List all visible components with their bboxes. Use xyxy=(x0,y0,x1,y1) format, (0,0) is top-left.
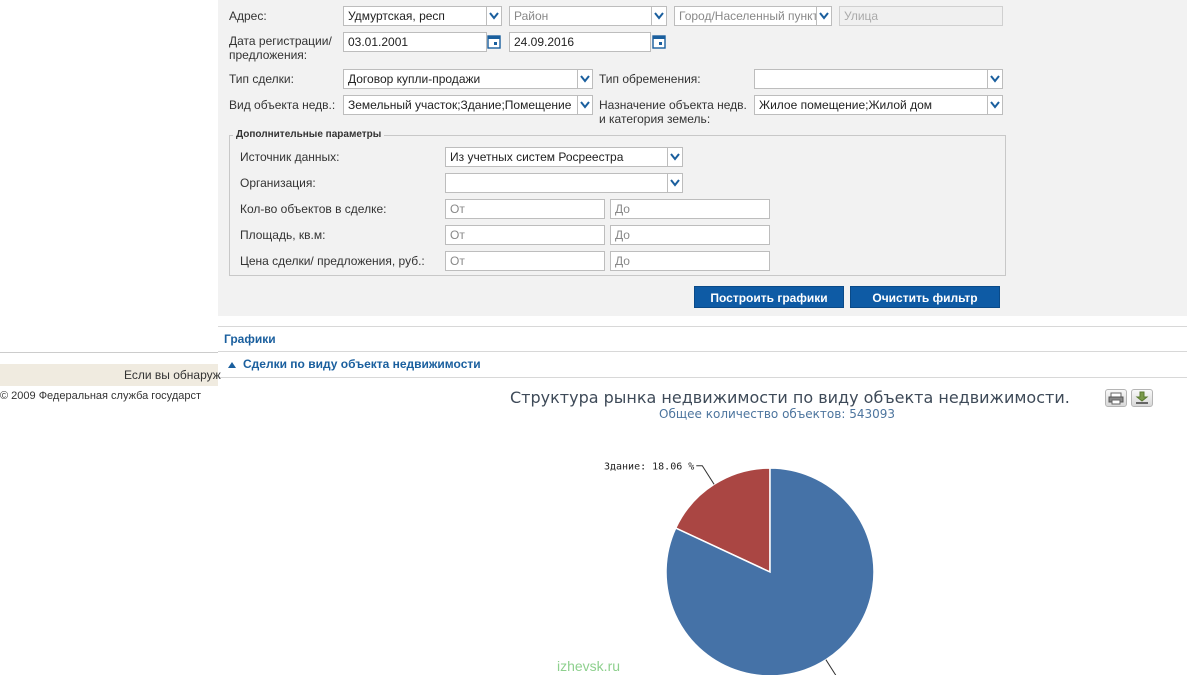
price-from-input[interactable]: От xyxy=(445,251,605,271)
chevron-down-icon xyxy=(580,101,590,109)
encumbrance-dropdown-button[interactable] xyxy=(987,69,1003,89)
count-from-input[interactable]: От xyxy=(445,199,605,219)
purpose-label: Назначение объекта недв. и категория зем… xyxy=(599,98,747,126)
chevron-down-icon xyxy=(819,12,829,20)
chart-title: Структура рынка недвижимости по виду объ… xyxy=(510,388,1070,407)
price-label: Цена сделки/ предложения, руб.: xyxy=(240,254,425,268)
left-notice-text: Если вы обнаруж xyxy=(124,368,221,382)
org-select[interactable] xyxy=(445,173,668,193)
area-label: Площадь, кв.м: xyxy=(240,228,326,242)
deal-type-dropdown-button[interactable] xyxy=(577,69,593,89)
download-icon xyxy=(1135,391,1149,404)
clear-filter-button[interactable]: Очистить фильтр xyxy=(850,286,1000,308)
district-dropdown-button[interactable] xyxy=(651,6,667,26)
count-label: Кол-во объектов в сделке: xyxy=(240,202,387,216)
calendar-icon xyxy=(652,35,666,49)
count-to-input[interactable]: До xyxy=(610,199,770,219)
chevron-down-icon xyxy=(580,75,590,83)
region-select[interactable]: Удмуртская, респ xyxy=(343,6,488,26)
date-from-input[interactable]: 03.01.2001 xyxy=(343,32,487,52)
chevron-down-icon xyxy=(990,75,1000,83)
object-type-dropdown-button[interactable] xyxy=(577,95,593,115)
collapse-arrow-icon[interactable] xyxy=(228,362,236,368)
encumbrance-select[interactable] xyxy=(754,69,988,89)
address-label: Адрес: xyxy=(229,9,267,23)
watermark-text: izhevsk.ru xyxy=(557,658,621,674)
source-dropdown-button[interactable] xyxy=(667,147,683,167)
region-dropdown-button[interactable] xyxy=(486,6,502,26)
by-type-section-title: Сделки по виду объекта недвижимости xyxy=(243,357,481,371)
date-from-calendar-button[interactable] xyxy=(486,32,502,52)
encumbrance-label: Тип обременения: xyxy=(599,72,701,86)
copyright-text: © 2009 Федеральная служба государст xyxy=(0,390,202,402)
deal-type-label: Тип сделки: xyxy=(229,72,294,86)
charts-section-header: Графики xyxy=(218,326,1187,352)
purpose-label-line1: Назначение объекта недв. xyxy=(599,98,747,112)
left-divider xyxy=(0,352,218,353)
city-dropdown-button[interactable] xyxy=(816,6,832,26)
calendar-icon xyxy=(487,35,501,49)
pie-label-connector xyxy=(825,659,837,675)
price-to-input[interactable]: До xyxy=(610,251,770,271)
object-type-select[interactable]: Земельный участок;Здание;Помещение xyxy=(343,95,578,115)
left-notice-bar: Если вы обнаруж xyxy=(0,364,221,386)
source-select[interactable]: Из учетных систем Росреестра xyxy=(445,147,668,167)
purpose-dropdown-button[interactable] xyxy=(987,95,1003,115)
charts-section-title: Графики xyxy=(224,332,276,346)
chevron-down-icon xyxy=(670,153,680,161)
by-type-section-header[interactable]: Сделки по виду объекта недвижимости xyxy=(218,352,1187,378)
purpose-label-line2: и категория земель: xyxy=(599,112,711,126)
source-label: Источник данных: xyxy=(240,150,340,164)
deal-type-select[interactable]: Договор купли-продажи xyxy=(343,69,578,89)
chevron-down-icon xyxy=(990,101,1000,109)
reg-date-label-line2: предложения: xyxy=(229,48,308,62)
purpose-select[interactable]: Жилое помещение;Жилой дом xyxy=(754,95,988,115)
street-input[interactable]: Улица xyxy=(839,6,1003,26)
export-button[interactable] xyxy=(1131,389,1153,407)
build-charts-button[interactable]: Построить графики xyxy=(694,286,844,308)
date-to-input[interactable]: 24.09.2016 xyxy=(509,32,651,52)
chart-subtitle: Общее количество объектов: 543093 xyxy=(659,407,895,421)
date-to-calendar-button[interactable] xyxy=(651,32,667,52)
org-label: Организация: xyxy=(240,176,316,190)
pie-label-connector xyxy=(696,465,715,485)
chevron-down-icon xyxy=(654,12,664,20)
area-to-input[interactable]: До xyxy=(610,225,770,245)
district-select[interactable]: Район xyxy=(509,6,653,26)
print-icon xyxy=(1108,392,1124,405)
extra-params-legend: Дополнительные параметры xyxy=(233,129,385,140)
area-from-input[interactable]: От xyxy=(445,225,605,245)
city-select[interactable]: Город/Населенный пункт xyxy=(674,6,817,26)
chevron-down-icon xyxy=(489,12,499,20)
print-button[interactable] xyxy=(1105,389,1127,407)
reg-date-label: Дата регистрации/ предложения: xyxy=(229,34,332,62)
pie-slice-label: Здание: 18.06 % xyxy=(604,462,694,473)
chevron-down-icon xyxy=(670,179,680,187)
org-dropdown-button[interactable] xyxy=(667,173,683,193)
object-type-label: Вид объекта недв.: xyxy=(229,98,336,112)
reg-date-label-line1: Дата регистрации/ xyxy=(229,34,332,48)
pie-chart: Здание: 18.06 % xyxy=(604,462,875,675)
